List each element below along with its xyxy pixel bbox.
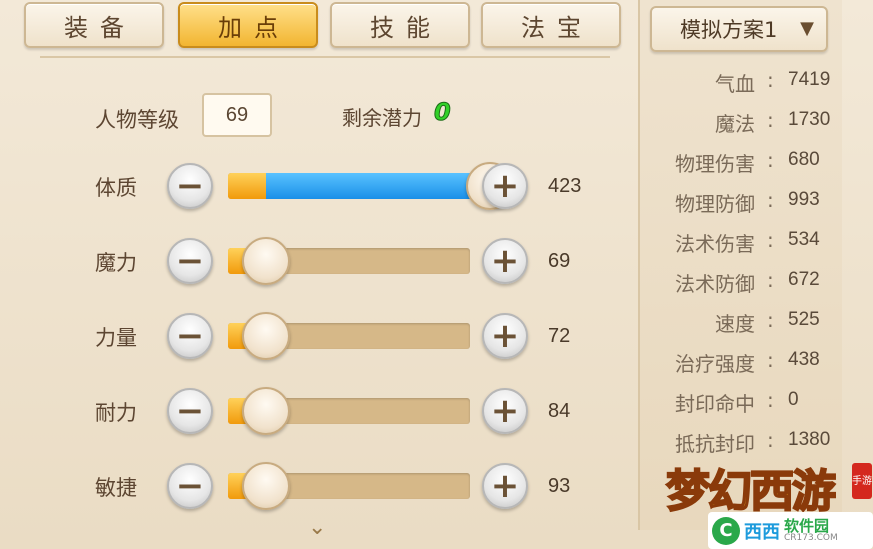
attribute-value: 93 xyxy=(548,475,571,497)
attribute-value: 69 xyxy=(548,250,571,272)
plus-icon: + xyxy=(490,241,520,281)
slider-handle[interactable] xyxy=(242,462,290,510)
attribute-value: 84 xyxy=(548,400,571,422)
tab-label: 加点 xyxy=(218,13,290,42)
stat-label: 速度 xyxy=(715,312,755,336)
stat-separator: : xyxy=(767,228,774,252)
stat-separator: : xyxy=(767,108,774,132)
slider-handle[interactable] xyxy=(242,312,290,360)
stat-value: 1730 xyxy=(788,109,831,130)
decrease-button[interactable]: − xyxy=(167,238,213,284)
minus-icon: − xyxy=(175,316,205,356)
watermark-site: 软件园 xyxy=(784,516,830,535)
stat-value: 525 xyxy=(788,309,820,330)
stat-separator: : xyxy=(767,188,774,212)
stat-label: 法术伤害 xyxy=(675,232,755,256)
potential-label: 剩余潜力 xyxy=(342,106,422,130)
decrease-button[interactable]: − xyxy=(167,463,213,509)
increase-button[interactable]: + xyxy=(482,313,528,359)
stat-label: 封印命中 xyxy=(675,392,755,416)
watermark-logo-icon: C xyxy=(712,516,740,545)
attribute-label: 耐力 xyxy=(95,401,137,425)
tab-add-points[interactable]: 加点 xyxy=(178,2,318,48)
slider-handle[interactable] xyxy=(242,237,290,285)
increase-button[interactable]: + xyxy=(482,388,528,434)
tab-label: 法宝 xyxy=(521,13,593,42)
stat-value: 680 xyxy=(788,149,820,170)
increase-button[interactable]: + xyxy=(482,238,528,284)
stat-label: 气血 xyxy=(715,72,755,96)
stat-label: 魔法 xyxy=(715,112,755,136)
stat-separator: : xyxy=(767,268,774,292)
plus-icon: + xyxy=(490,391,520,431)
decrease-button[interactable]: − xyxy=(167,388,213,434)
minus-icon: − xyxy=(175,241,205,281)
stat-separator: : xyxy=(767,308,774,332)
attribute-label: 力量 xyxy=(95,326,137,350)
stat-separator: : xyxy=(767,148,774,172)
tab-skills[interactable]: 技能 xyxy=(330,2,470,48)
plus-icon: + xyxy=(490,166,520,206)
decrease-button[interactable]: − xyxy=(167,163,213,209)
stat-value: 993 xyxy=(788,189,820,210)
stat-value: 672 xyxy=(788,269,820,290)
level-label: 人物等级 xyxy=(95,108,179,132)
attribute-slider[interactable] xyxy=(228,173,470,199)
stat-label: 治疗强度 xyxy=(675,352,755,376)
minus-icon: − xyxy=(175,391,205,431)
tab-label: 装备 xyxy=(64,13,136,42)
level-value: 69 xyxy=(202,93,272,137)
stat-separator: : xyxy=(767,348,774,372)
logo-text: 梦幻西游 xyxy=(665,465,837,518)
stat-label: 抵抗封印 xyxy=(675,432,755,456)
increase-button[interactable]: + xyxy=(482,463,528,509)
attribute-label: 魔力 xyxy=(95,251,137,275)
watermark: C 西西 软件园 CR173.COM xyxy=(708,512,873,549)
attribute-label: 体质 xyxy=(95,176,137,200)
plan-dropdown[interactable]: 模拟方案1 ▼ xyxy=(650,6,828,52)
stat-value: 534 xyxy=(788,229,820,250)
slider-handle[interactable] xyxy=(242,387,290,435)
minus-icon: − xyxy=(175,466,205,506)
tab-divider xyxy=(40,56,610,58)
stat-value: 438 xyxy=(788,349,820,370)
plan-label: 模拟方案1 xyxy=(680,18,778,42)
tab-label: 技能 xyxy=(370,13,442,42)
watermark-domain: CR173.COM xyxy=(784,532,838,543)
slider-added-fill xyxy=(266,173,470,199)
logo-badge: 手游 xyxy=(852,463,872,499)
stat-label: 物理防御 xyxy=(675,192,755,216)
chevron-down-icon[interactable]: ⌄ xyxy=(308,515,326,540)
tab-treasure[interactable]: 法宝 xyxy=(481,2,621,48)
attribute-value: 423 xyxy=(548,175,582,197)
stat-value: 0 xyxy=(788,389,799,410)
stat-value: 1380 xyxy=(788,429,831,450)
attribute-value: 72 xyxy=(548,325,571,347)
watermark-brand: 西西 xyxy=(744,521,780,543)
chevron-down-icon: ▼ xyxy=(800,18,814,39)
stat-separator: : xyxy=(767,68,774,92)
increase-button[interactable]: + xyxy=(482,163,528,209)
slider-base-fill xyxy=(228,173,266,199)
stat-label: 法术防御 xyxy=(675,272,755,296)
stat-value: 7419 xyxy=(788,69,831,90)
plus-icon: + xyxy=(490,316,520,356)
stat-separator: : xyxy=(767,428,774,452)
minus-icon: − xyxy=(175,166,205,206)
tab-equipment[interactable]: 装备 xyxy=(24,2,164,48)
decrease-button[interactable]: − xyxy=(167,313,213,359)
stat-label: 物理伤害 xyxy=(675,152,755,176)
plus-icon: + xyxy=(490,466,520,506)
potential-value: 0 xyxy=(434,98,452,127)
stat-separator: : xyxy=(767,388,774,412)
attribute-label: 敏捷 xyxy=(95,476,137,500)
